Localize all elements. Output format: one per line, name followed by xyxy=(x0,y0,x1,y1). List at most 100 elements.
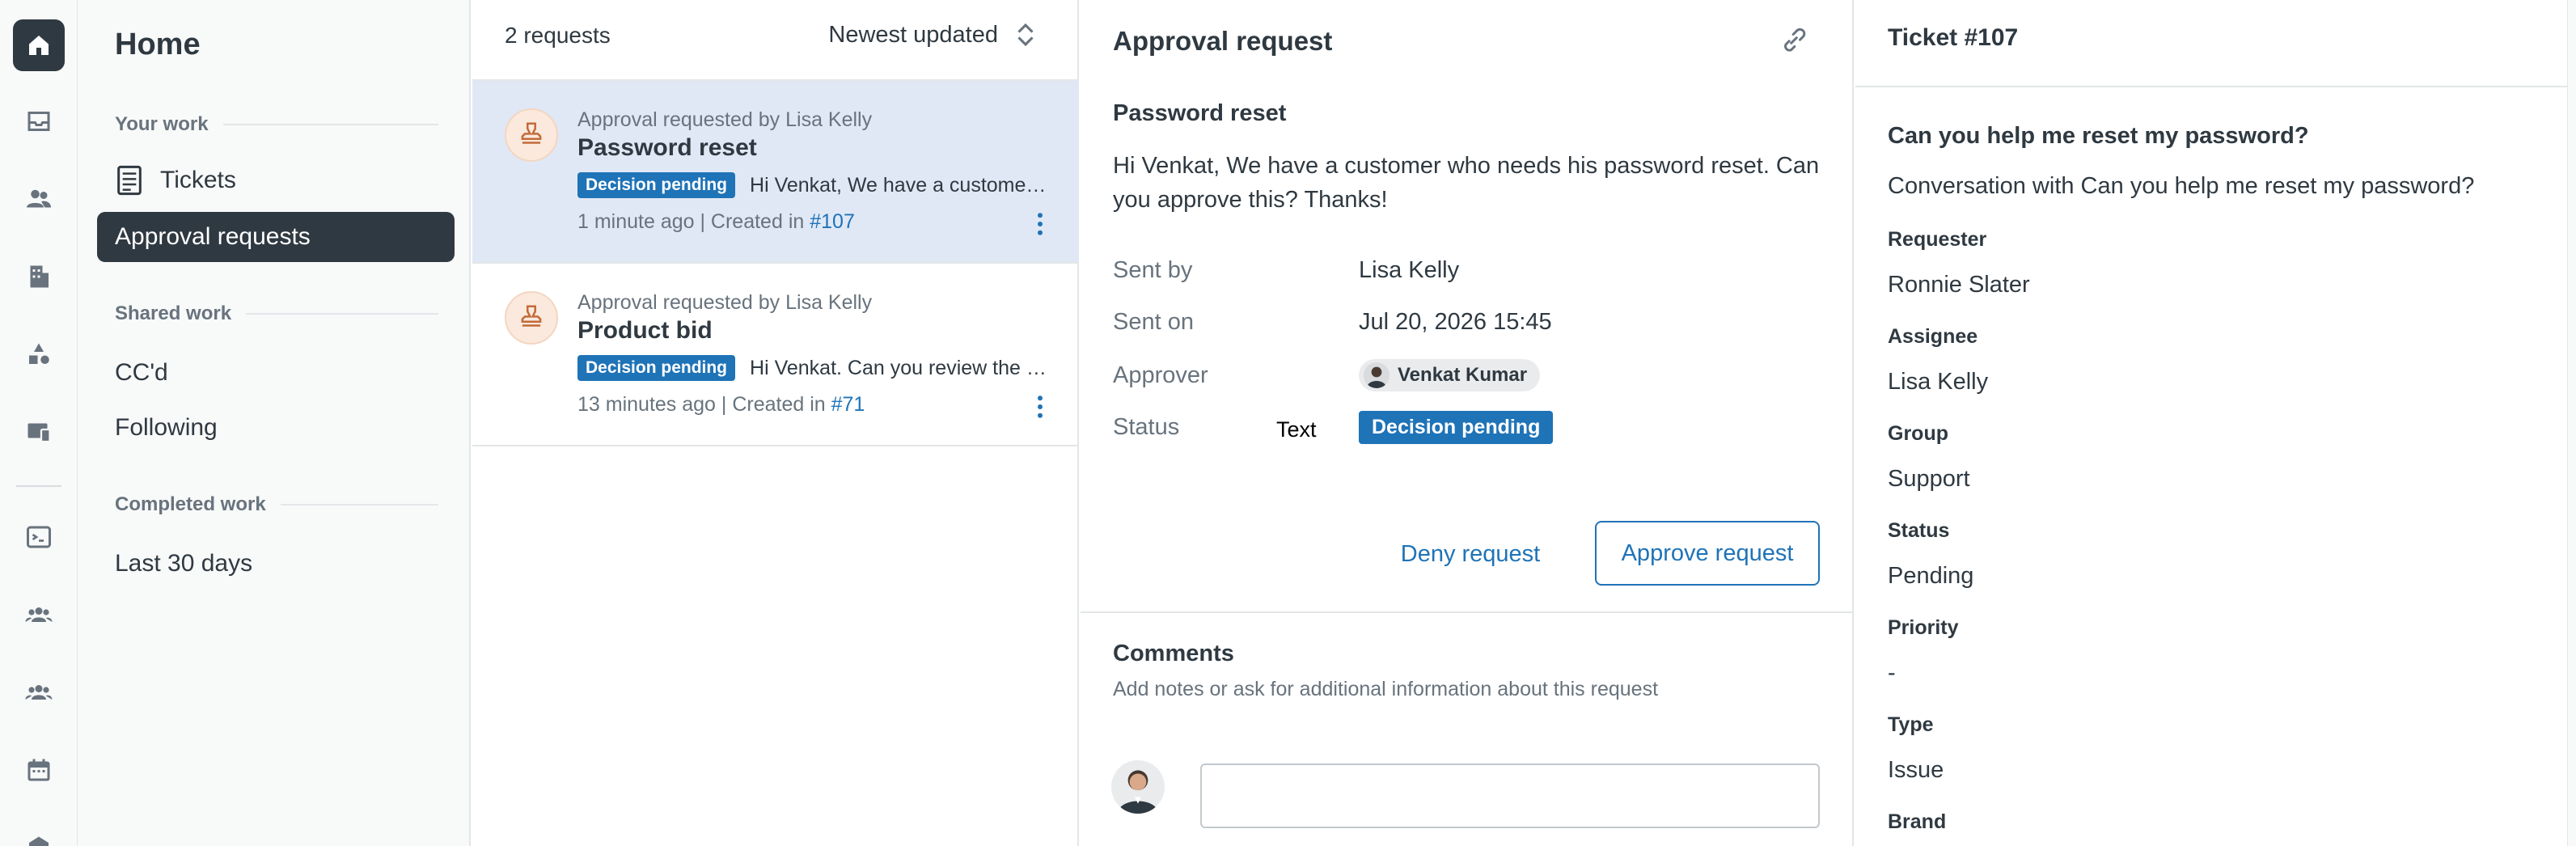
ticket-link[interactable]: #71 xyxy=(831,393,865,416)
more-options-icon[interactable] xyxy=(1035,395,1045,419)
sent-by-value: Lisa Kelly xyxy=(1359,256,1460,283)
brand-label: Brand xyxy=(1888,810,1947,833)
nav-item-ccd[interactable]: CC'd xyxy=(97,348,455,398)
group-label: Group xyxy=(1888,422,1948,445)
request-title: Product bid xyxy=(577,317,713,344)
list-header: 2 requests Newest updated xyxy=(472,0,1079,81)
status-badge: Decision pending xyxy=(1359,410,1554,444)
request-requester: Approval requested by Lisa Kelly xyxy=(577,108,873,131)
section-label: Shared work xyxy=(115,302,232,324)
nav-item-label: Approval requests xyxy=(115,223,311,250)
request-snippet: Hi Venkat. Can you review the terms of t… xyxy=(750,356,1050,379)
request-count: 2 requests xyxy=(505,23,611,48)
comments-title: Comments xyxy=(1113,641,1234,666)
assignee-value[interactable]: Lisa Kelly xyxy=(1888,369,1988,396)
nav-item-label: Following xyxy=(115,414,218,441)
list-item[interactable]: Approval requested by Lisa Kelly Product… xyxy=(472,264,1079,446)
request-meta: 1 minute ago | Created in #107 xyxy=(577,210,855,234)
status-label: Status xyxy=(1113,413,1180,440)
sent-on-label: Sent on xyxy=(1113,308,1194,335)
comments-hint: Add notes or ask for additional informat… xyxy=(1113,678,1659,700)
ticket-conversation: Conversation with Can you help me reset … xyxy=(1888,173,2475,199)
sent-on-row: Sent on Jul 20, 2026 15:45 xyxy=(1113,304,1825,340)
home-nav-panel: Home Your work Tickets Approval requests… xyxy=(78,0,471,846)
terminal-icon[interactable] xyxy=(13,511,65,563)
archive-icon[interactable] xyxy=(13,822,65,846)
priority-label: Priority xyxy=(1888,616,1959,639)
ticket-list-icon xyxy=(117,165,142,196)
ticket-subject: Can you help me reset my password? xyxy=(1888,123,2309,149)
type-value[interactable]: Issue xyxy=(1888,757,1944,784)
team-icon[interactable] xyxy=(13,589,65,641)
sort-label: Newest updated xyxy=(828,21,998,48)
assignee-label: Assignee xyxy=(1888,325,1978,348)
icon-rail xyxy=(0,0,78,846)
request-list-panel: 2 requests Newest updated Approval reque… xyxy=(472,0,1079,846)
sent-by-row: Sent by Lisa Kelly xyxy=(1113,252,1825,288)
status-text-label: Text xyxy=(1276,417,1317,442)
group-value[interactable]: Support xyxy=(1888,466,1970,493)
requester-value[interactable]: Ronnie Slater xyxy=(1888,272,2030,298)
avatar xyxy=(1111,760,1165,814)
request-meta-text: 13 minutes ago | Created in xyxy=(577,393,831,416)
avatar xyxy=(1364,362,1390,388)
approver-name: Venkat Kumar xyxy=(1398,364,1528,386)
request-meta-text: 1 minute ago | Created in xyxy=(577,210,810,233)
nav-item-label: Last 30 days xyxy=(115,550,253,577)
request-subject: Password reset xyxy=(1113,100,1287,126)
list-item[interactable]: Approval requested by Lisa Kelly Passwor… xyxy=(472,81,1079,264)
requester-label: Requester xyxy=(1888,228,1987,251)
request-title: Password reset xyxy=(577,134,757,161)
type-label: Type xyxy=(1888,713,1934,736)
ticket-status-value[interactable]: Pending xyxy=(1888,563,1973,590)
more-options-icon[interactable] xyxy=(1035,212,1045,236)
approve-request-button[interactable]: Approve request xyxy=(1595,521,1820,586)
status-row: Status Decision pending xyxy=(1113,409,1825,445)
device-icon[interactable] xyxy=(13,406,65,458)
ticket-title: Ticket #107 xyxy=(1888,24,2019,51)
ticket-status-label: Status xyxy=(1888,519,1950,542)
nav-item-label: CC'd xyxy=(115,359,168,386)
sent-by-label: Sent by xyxy=(1113,256,1193,283)
nav-item-following[interactable]: Following xyxy=(97,403,455,453)
calendar-icon[interactable] xyxy=(13,744,65,796)
rail-divider xyxy=(16,485,61,487)
comment-input[interactable] xyxy=(1200,764,1820,828)
link-icon[interactable] xyxy=(1778,24,1810,57)
nav-item-last-30-days[interactable]: Last 30 days xyxy=(97,539,455,589)
section-shared-work: Shared work xyxy=(115,302,438,325)
ticket-link[interactable]: #107 xyxy=(810,210,855,233)
scrollbar[interactable] xyxy=(2567,0,2576,846)
nav-item-tickets[interactable]: Tickets xyxy=(97,155,455,205)
request-snippet: Hi Venkat, We have a customer who needs … xyxy=(750,173,1050,197)
users-icon[interactable] xyxy=(13,173,65,225)
nav-title: Home xyxy=(115,27,201,61)
shapes-icon[interactable] xyxy=(13,328,65,380)
section-label: Completed work xyxy=(115,493,266,515)
group-icon[interactable] xyxy=(13,666,65,718)
approval-detail-panel: Approval request Password reset Hi Venka… xyxy=(1081,0,1854,846)
approver-row: Approver Venkat Kumar xyxy=(1113,357,1825,393)
section-completed-work: Completed work xyxy=(115,493,438,516)
nav-item-approval-requests[interactable]: Approval requests xyxy=(97,212,455,262)
request-meta: 13 minutes ago | Created in #71 xyxy=(577,393,865,417)
approver-label: Approver xyxy=(1113,362,1208,388)
approver-chip[interactable]: Venkat Kumar xyxy=(1359,359,1541,391)
home-icon[interactable] xyxy=(13,19,65,71)
stamp-icon xyxy=(505,291,558,345)
stamp-icon xyxy=(505,108,558,162)
nav-item-label: Tickets xyxy=(160,167,236,193)
status-badge: Decision pending xyxy=(577,355,736,381)
ticket-panel: Ticket #107 Can you help me reset my pas… xyxy=(1855,0,2576,846)
sort-dropdown[interactable]: Newest updated xyxy=(828,21,1037,49)
inbox-icon[interactable] xyxy=(13,95,65,147)
divider xyxy=(1081,611,1854,613)
detail-title: Approval request xyxy=(1113,26,1333,56)
sent-on-value: Jul 20, 2026 15:45 xyxy=(1359,308,1552,335)
status-badge: Decision pending xyxy=(577,172,736,198)
deny-request-button[interactable]: Deny request xyxy=(1367,524,1574,584)
priority-value[interactable]: - xyxy=(1888,660,1896,687)
request-body: Hi Venkat, We have a customer who needs … xyxy=(1113,153,1820,213)
section-label: Your work xyxy=(115,113,209,135)
building-icon[interactable] xyxy=(13,251,65,302)
